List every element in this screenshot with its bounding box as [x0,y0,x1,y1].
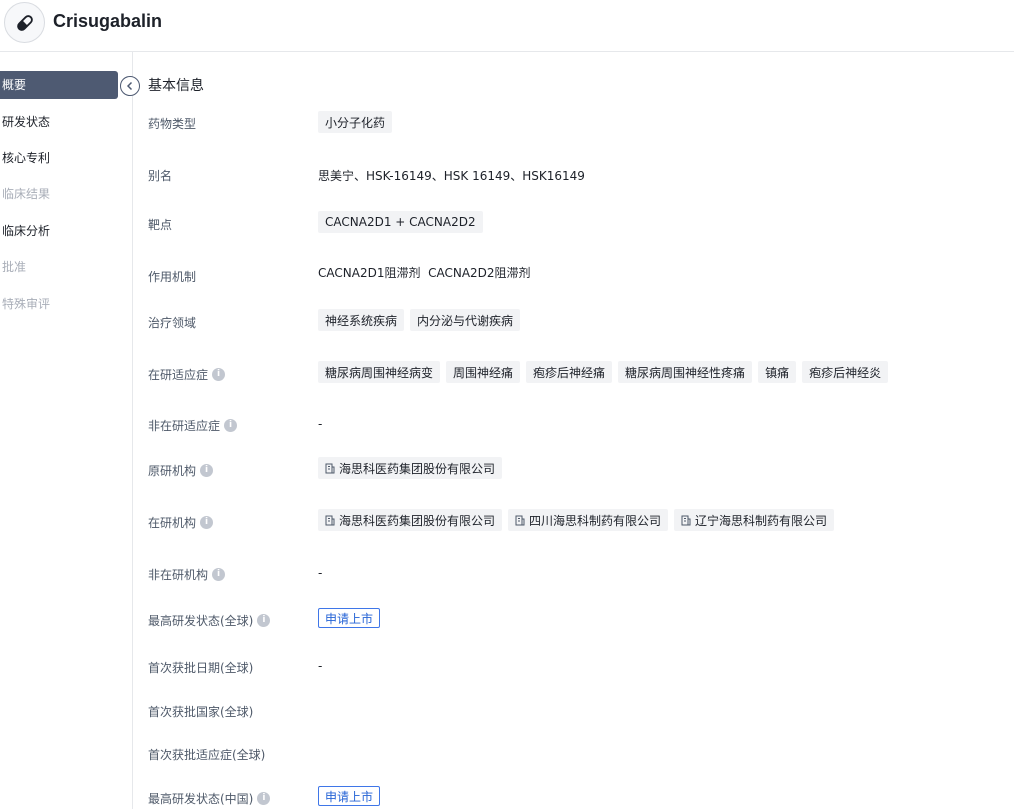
target-value: CACNA2D1 + CACNA2D2 [318,211,483,233]
sidebar-item-approval: 批准 [2,260,27,274]
therapeutic-area-value: 神经系统疾病 内分泌与代谢疾病 [318,309,521,331]
sidebar-item-clinical-analysis[interactable]: 临床分析 [0,217,118,245]
originator-label: 原研机构 i [148,462,214,479]
sidebar-item-special-review: 特殊审评 [2,297,51,311]
sidebar-item-overview[interactable]: 概要 [0,71,118,99]
target-label: 靶点 [148,218,173,232]
info-icon[interactable]: i [200,516,214,529]
org-tag[interactable]: 海思科医药集团股份有限公司 [318,509,503,531]
info-icon[interactable]: i [200,464,214,477]
status-badge: 申请上市 [318,608,381,628]
sidebar-item-clinical-results: 临床结果 [2,187,51,201]
inactive-org-value: - [318,566,323,580]
building-icon [515,515,525,525]
indication-tag[interactable]: 糖尿病周围神经性疼痛 [618,361,753,383]
drug-logo [4,2,45,43]
therapeutic-area-tag[interactable]: 内分泌与代谢疾病 [410,309,521,331]
sidebar-nav: 概要 研发状态 核心专利 临床结果 临床分析 批准 特殊审评 [0,52,133,809]
info-icon[interactable]: i [224,419,238,432]
info-icon[interactable]: i [257,614,271,627]
page-title: Crisugabalin [53,11,163,31]
info-icon[interactable]: i [212,568,226,581]
alias-value: 思美宁、HSK-16149、HSK 16149、HSK16149 [318,169,585,183]
mechanism-label: 作用机制 [148,270,197,284]
info-icon[interactable]: i [257,792,271,805]
first-approval-date-value: - [318,659,323,673]
alias-label: 别名 [148,169,173,183]
active-org-value: 海思科医药集团股份有限公司 四川海思科制药有限公司 辽宁海思科制药有限公司 [318,509,835,531]
drug-type-value: 小分子化药 [318,111,393,133]
section-title: 基本信息 [148,78,204,94]
inactive-indication-value: - [318,417,323,431]
first-approval-date-label: 首次获批日期(全球) [148,661,254,675]
chevron-left-icon [126,81,133,91]
sidebar-collapse-button[interactable] [120,76,140,96]
indication-tag[interactable]: 周围神经痛 [446,361,521,383]
originator-value: 海思科医药集团股份有限公司 [318,457,503,479]
status-badge: 申请上市 [318,786,381,806]
first-approval-country-label: 首次获批国家(全球) [148,705,254,719]
indication-tag[interactable]: 疱疹后神经痛 [526,361,613,383]
info-icon[interactable]: i [212,368,226,381]
org-tag[interactable]: 四川海思科制药有限公司 [508,509,669,531]
indication-tag[interactable]: 疱疹后神经炎 [802,361,889,383]
indication-tag[interactable]: 镇痛 [758,361,797,383]
target-tag[interactable]: CACNA2D1 + CACNA2D2 [318,211,483,233]
highest-china-value: 申请上市 [318,786,381,806]
active-org-label: 在研机构 i [148,514,214,531]
drug-type-tag: 小分子化药 [318,111,393,133]
therapeutic-area-tag[interactable]: 神经系统疾病 [318,309,405,331]
building-icon [325,463,335,473]
pill-icon [16,14,33,31]
building-icon [325,515,335,525]
active-indication-value: 糖尿病周围神经病变 周围神经痛 疱疹后神经痛 糖尿病周围神经性疼痛 镇痛 疱疹后… [318,361,889,383]
inactive-indication-label: 非在研适应症 i [148,417,238,434]
first-approval-indication-label: 首次获批适应症(全球) [148,748,266,762]
building-icon [681,515,691,525]
highest-global-value: 申请上市 [318,608,381,628]
highest-china-label: 最高研发状态(中国) i [148,790,271,807]
active-indication-label: 在研适应症 i [148,366,226,383]
highest-global-label: 最高研发状态(全球) i [148,612,271,629]
sidebar-item-rd-status[interactable]: 研发状态 [0,108,118,136]
therapeutic-area-label: 治疗领域 [148,316,197,330]
sidebar-item-core-patent[interactable]: 核心专利 [0,144,118,172]
org-tag[interactable]: 海思科医药集团股份有限公司 [318,457,503,479]
org-tag[interactable]: 辽宁海思科制药有限公司 [674,509,835,531]
indication-tag[interactable]: 糖尿病周围神经病变 [318,361,441,383]
mechanism-value: CACNA2D1阻滞剂 CACNA2D2阻滞剂 [318,266,531,280]
drug-type-label: 药物类型 [148,117,197,131]
inactive-org-label: 非在研机构 i [148,566,226,583]
app-header: Crisugabalin [0,0,1014,52]
